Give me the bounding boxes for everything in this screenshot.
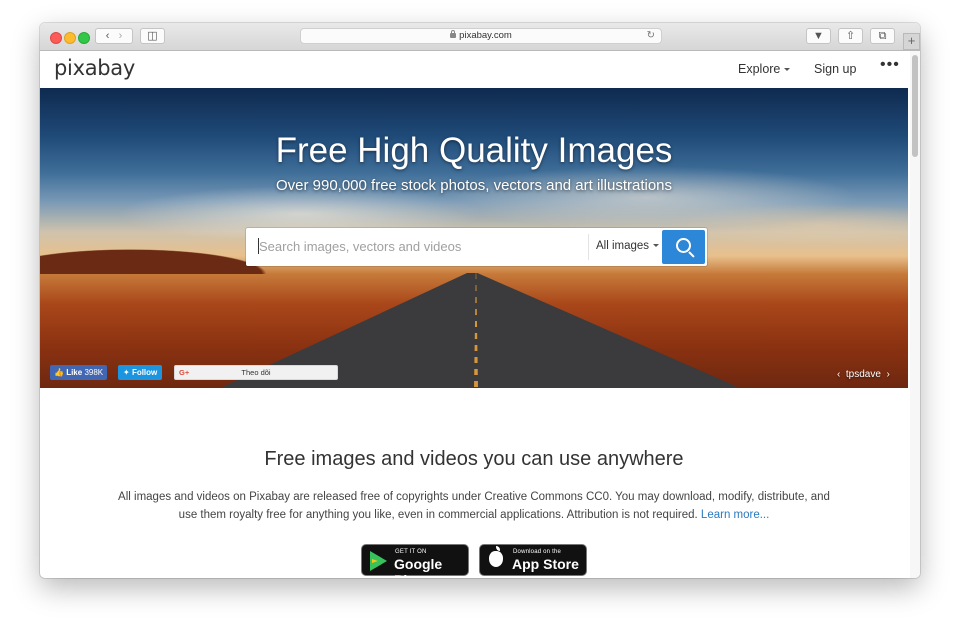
app-store-label: App Store	[512, 556, 579, 572]
tabs-icon: ⧉	[878, 30, 887, 42]
facebook-like-label: Like	[66, 368, 83, 377]
chevron-right-icon[interactable]: ›	[887, 369, 890, 380]
sidebar-button[interactable]: ◫	[140, 28, 165, 44]
page-scrollbar[interactable]	[910, 51, 920, 578]
hero-subtitle: Over 990,000 free stock photos, vectors …	[275, 177, 673, 194]
lock-icon	[450, 30, 457, 38]
apple-icon	[489, 546, 503, 567]
downloads-button[interactable]: ▼	[806, 28, 831, 44]
twitter-follow-button[interactable]: ✦ Follow	[118, 365, 163, 380]
more-menu-icon[interactable]: •••	[880, 56, 900, 74]
chevron-down-icon	[653, 244, 660, 248]
media-type-label: All images	[596, 240, 650, 252]
explore-label: Explore	[738, 62, 781, 76]
facebook-like-count: 398K	[84, 368, 104, 377]
search-icon	[676, 238, 691, 253]
signup-link[interactable]: Sign up	[814, 62, 856, 76]
forward-icon[interactable]: ›	[119, 30, 123, 42]
share-icon: ⇧	[845, 30, 856, 42]
google-play-badge[interactable]: GET IT ON Google Play	[361, 544, 469, 578]
tabs-button[interactable]: ⧉	[870, 28, 895, 44]
browser-toolbar: ‹ › ◫ pixabay.com ↻ ▼ ⇧ ⧉	[40, 23, 920, 51]
explore-menu[interactable]: Explore	[738, 62, 791, 76]
site-header: pixabay Explore Sign up •••	[40, 51, 908, 88]
media-type-select[interactable]: All images	[596, 240, 660, 252]
url-text: pixabay.com	[459, 30, 512, 41]
photo-credit-author[interactable]: tpsdave	[846, 369, 881, 380]
google-play-label: Google Play	[394, 556, 443, 578]
main-headline: Free images and videos you can use anywh…	[264, 448, 684, 470]
share-button[interactable]: ⇧	[838, 28, 863, 44]
app-store-badge[interactable]: Download on the App Store	[479, 544, 587, 576]
download-icon: ▼	[813, 30, 824, 42]
search-input[interactable]	[259, 239, 579, 254]
search-divider	[588, 234, 589, 260]
hero-title: Free High Quality Images	[275, 131, 673, 170]
learn-more-link[interactable]: Learn more...	[701, 509, 769, 521]
twitter-bird-icon: ✦	[123, 368, 130, 377]
facebook-like-button[interactable]: 👍 Like 398K	[50, 365, 108, 380]
search-button[interactable]	[662, 230, 705, 264]
close-window-button[interactable]	[50, 32, 62, 44]
scrollbar-thumb[interactable]	[912, 55, 918, 157]
license-description: All images and videos on Pixabay are rel…	[110, 488, 838, 524]
google-plus-follow-label: Theo dõi	[241, 368, 271, 377]
twitter-follow-label: Follow	[131, 368, 158, 377]
google-plus-follow-button[interactable]: G+ Theo dõi	[174, 365, 338, 380]
back-forward-buttons[interactable]: ‹ ›	[95, 28, 133, 44]
chevron-left-icon[interactable]: ‹	[837, 369, 840, 380]
google-play-icon	[370, 551, 387, 571]
browser-window: ‹ › ◫ pixabay.com ↻ ▼ ⇧ ⧉ pixabay Explor…	[40, 23, 920, 578]
sidebar-icon: ◫	[147, 30, 158, 42]
app-store-small-label: Download on the	[513, 549, 562, 555]
hero-banner: Free High Quality Images Over 990,000 fr…	[40, 88, 908, 388]
back-icon[interactable]: ‹	[106, 30, 110, 42]
address-bar[interactable]: pixabay.com ↻	[300, 28, 662, 44]
search-form: All images	[246, 228, 707, 266]
zoom-window-button[interactable]	[78, 32, 90, 44]
photo-credit: ‹ tpsdave ›	[837, 369, 890, 380]
minimize-window-button[interactable]	[64, 32, 76, 44]
pixabay-logo[interactable]: pixabay	[54, 56, 135, 80]
chevron-down-icon	[784, 68, 791, 72]
google-play-small-label: GET IT ON	[395, 549, 427, 555]
new-tab-button[interactable]: +	[903, 33, 920, 50]
reload-icon[interactable]: ↻	[647, 30, 655, 41]
